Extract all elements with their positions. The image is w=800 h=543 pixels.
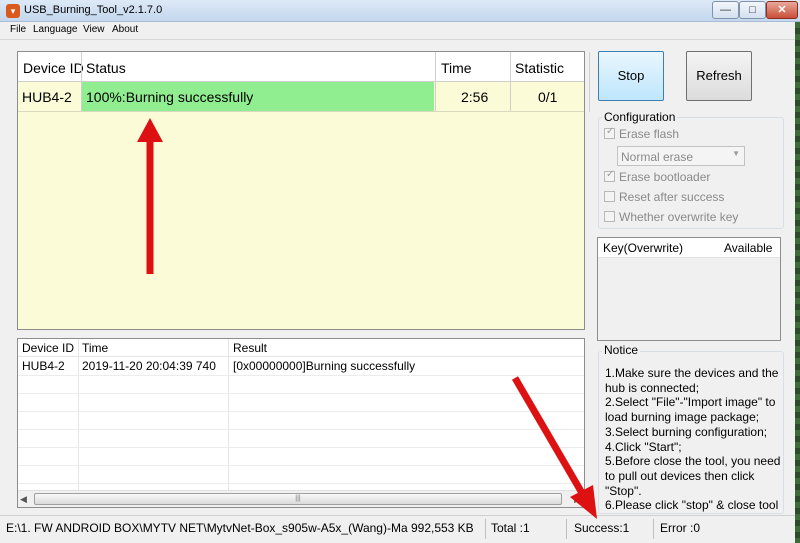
time-cell: 2:56	[461, 89, 489, 105]
device-id-cell: HUB4-2	[22, 89, 72, 105]
notice-line: 6.Please click "stop" & close tool	[605, 498, 779, 513]
erase-flash-checkbox[interactable]: ✓	[604, 126, 615, 139]
log-table[interactable]: Device ID Time Result HUB4-2 2019-11-20 …	[17, 338, 585, 508]
title-bar: ▾ USB_Burning_Tool_v2.1.7.0 — □ ✕	[0, 0, 800, 22]
column-status[interactable]: Status	[86, 60, 126, 76]
status-bar: E:\1. FW ANDROID BOX\MYTV NET\MytvNet-Bo…	[0, 515, 800, 543]
overwrite-key-label: Whether overwrite key	[619, 210, 739, 224]
device-table[interactable]: Device ID Status Time Statistic HUB4-2 1…	[17, 51, 590, 330]
reset-after-success-checkbox[interactable]	[604, 191, 615, 202]
configuration-title: Configuration	[602, 110, 678, 124]
log-device-id-cell: HUB4-2	[22, 359, 65, 373]
scroll-right-icon[interactable]: ▶	[574, 494, 581, 505]
maximize-button[interactable]: □	[739, 1, 766, 19]
erase-bootloader-checkbox[interactable]: ✓	[604, 169, 615, 182]
minimize-button[interactable]: —	[712, 1, 739, 19]
log-row[interactable]: HUB4-2 2019-11-20 20:04:39 740 [0x000000…	[18, 357, 584, 375]
app-icon: ▾	[6, 4, 20, 18]
notice-line: 3.Select burning configuration;	[605, 424, 768, 439]
statistic-cell: 0/1	[538, 89, 558, 105]
key-table[interactable]: Key(Overwrite) Available	[597, 237, 781, 341]
column-time[interactable]: Time	[82, 341, 108, 355]
log-table-header: Device ID Time Result	[18, 339, 584, 357]
reset-after-success-label: Reset after success	[619, 190, 725, 204]
scroll-left-icon[interactable]: ◀	[20, 494, 27, 505]
notice-line: 4.Click "Start";	[605, 439, 682, 454]
refresh-button[interactable]: Refresh	[686, 51, 752, 101]
notice-line: 1.Make sure the devices and the hub is c…	[605, 366, 779, 395]
background-window-edge	[795, 22, 800, 543]
column-key-overwrite[interactable]: Key(Overwrite)	[603, 241, 683, 255]
erase-bootloader-label: Erase bootloader	[619, 170, 711, 184]
error-status: Error :0	[660, 521, 701, 535]
close-button[interactable]: ✕	[766, 1, 798, 19]
column-statistic[interactable]: Statistic	[515, 60, 564, 76]
chevron-down-icon: ▼	[732, 149, 740, 158]
horizontal-scrollbar[interactable]: ◀ ||| ▶	[18, 490, 584, 507]
notice-title: Notice	[602, 343, 641, 357]
overwrite-key-checkbox[interactable]	[604, 211, 615, 222]
menu-about[interactable]: About	[112, 24, 138, 35]
log-result-cell: [0x00000000]Burning successfully	[233, 359, 416, 373]
log-time-cell: 2019-11-20 20:04:39 740	[82, 359, 216, 373]
notice-text: 1.Make sure the devices and the hub is c…	[605, 366, 783, 513]
column-time[interactable]: Time	[441, 60, 472, 76]
erase-flash-label: Erase flash	[619, 127, 680, 141]
erase-mode-value: Normal erase	[621, 150, 694, 164]
device-table-header: Device ID Status Time Statistic	[18, 52, 584, 82]
total-status: Total :1	[487, 519, 567, 539]
status-cell: 100%:Burning successfully	[86, 89, 254, 105]
column-device-id[interactable]: Device ID	[22, 341, 74, 355]
success-status: Success:1	[570, 519, 654, 539]
key-table-header: Key(Overwrite) Available	[598, 238, 780, 258]
column-result[interactable]: Result	[233, 341, 267, 355]
notice-line: 5.Before close the tool, you need to pul…	[605, 454, 781, 498]
erase-mode-select[interactable]: Normal erase ▼	[617, 146, 745, 166]
column-available[interactable]: Available	[724, 241, 772, 255]
device-row[interactable]: HUB4-2 100%:Burning successfully 2:56 0/…	[18, 82, 584, 112]
window-title: USB_Burning_Tool_v2.1.7.0	[24, 4, 163, 16]
notice-line: 2.Select "File"-"Import image" to load b…	[605, 395, 776, 425]
menu-view[interactable]: View	[83, 24, 105, 35]
menu-file[interactable]: File	[10, 24, 26, 35]
image-path-status: E:\1. FW ANDROID BOX\MYTV NET\MytvNet-Bo…	[2, 519, 486, 539]
scrollbar-thumb[interactable]: |||	[34, 493, 562, 505]
stop-button[interactable]: Stop	[598, 51, 664, 101]
menu-language[interactable]: Language	[33, 24, 78, 35]
column-device-id[interactable]: Device ID	[23, 60, 84, 76]
menu-bar: File Language View About	[0, 22, 800, 40]
